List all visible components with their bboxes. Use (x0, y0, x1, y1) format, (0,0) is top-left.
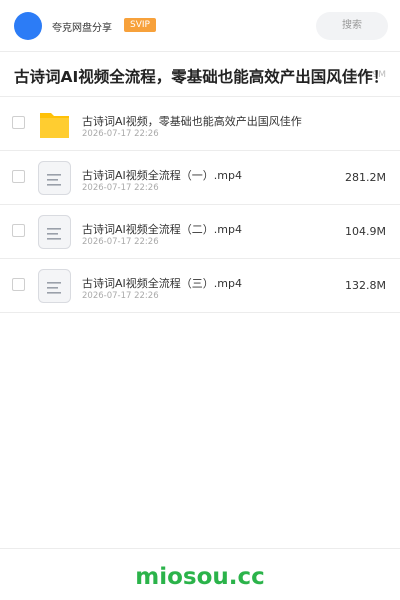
avatar[interactable] (14, 12, 42, 40)
file-date: 2026-07-17 22:26 (82, 291, 159, 301)
file-name: 古诗词AI视频全流程（二）.mp4 (82, 223, 242, 236)
row-checkbox[interactable] (12, 116, 25, 129)
top-bar: 夸克网盘分享 SVIP 搜索 (0, 0, 400, 52)
brand-name: 夸克网盘分享 (52, 23, 112, 34)
file-name: 古诗词AI视频全流程（一）.mp4 (82, 169, 242, 182)
row-checkbox[interactable] (12, 170, 25, 183)
file-size: 132.8M (345, 279, 386, 292)
file-icon (38, 161, 71, 195)
file-date: 2026-07-17 22:26 (82, 129, 159, 139)
page-title: 古诗词AI视频全流程，零基础也能高效产出国风佳作！ (14, 68, 389, 86)
share-title-bar: 518.9M 古诗词AI视频全流程，零基础也能高效产出国风佳作！ (0, 52, 400, 97)
file-date: 2026-07-17 22:26 (82, 183, 159, 193)
file-list: 古诗词AI视频，零基础也能高效产出国风佳作 2026-07-17 22:26 古… (0, 97, 400, 313)
row-checkbox[interactable] (12, 278, 25, 291)
folder-icon (40, 113, 69, 138)
file-icon (38, 269, 71, 303)
list-item[interactable]: 古诗词AI视频全流程（二）.mp4 2026-07-17 22:26 104.9… (0, 205, 400, 259)
file-size: 281.2M (345, 171, 386, 184)
site-watermark: miosou.cc (135, 564, 265, 590)
svip-badge: SVIP (124, 18, 156, 32)
list-item[interactable]: 古诗词AI视频全流程（一）.mp4 2026-07-17 22:26 281.2… (0, 151, 400, 205)
file-date: 2026-07-17 22:26 (82, 237, 159, 247)
file-icon (38, 215, 71, 249)
file-size: 104.9M (345, 225, 386, 238)
row-checkbox[interactable] (12, 224, 25, 237)
file-name: 古诗词AI视频，零基础也能高效产出国风佳作 (82, 115, 302, 128)
footer: miosou.cc (0, 548, 400, 600)
list-item[interactable]: 古诗词AI视频，零基础也能高效产出国风佳作 2026-07-17 22:26 (0, 97, 400, 151)
file-name: 古诗词AI视频全流程（三）.mp4 (82, 277, 242, 290)
list-item[interactable]: 古诗词AI视频全流程（三）.mp4 2026-07-17 22:26 132.8… (0, 259, 400, 313)
search-button[interactable]: 搜索 (316, 12, 388, 40)
